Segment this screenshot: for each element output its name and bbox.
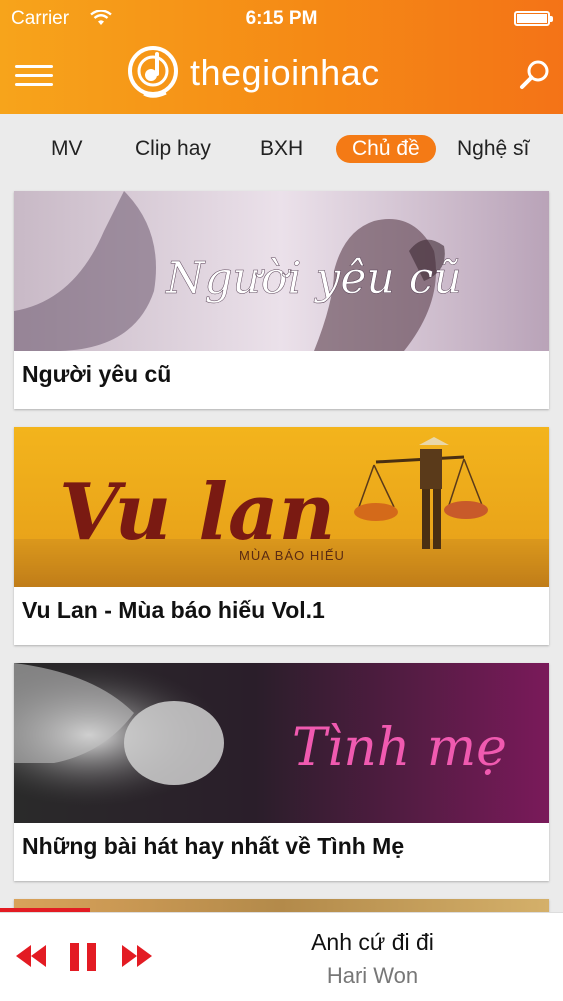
app-name: thegioinhac [190,52,380,93]
pause-icon[interactable] [68,939,98,973]
tab-bxh[interactable]: BXH [260,135,303,163]
category-tabs: MV Clip hay BXH Chủ đề Nghệ sĩ [0,114,563,180]
topic-title: Những bài hát hay nhất về Tình Mẹ [22,833,405,859]
topic-card[interactable]: Vu lan MÙA BÁO HIẾU Vu Lan - Mùa báo hiế… [14,427,549,645]
previous-icon[interactable] [14,939,48,973]
topic-title: Người yêu cũ [22,361,172,387]
topic-title: Vu Lan - Mùa báo hiếu Vol.1 [22,597,325,623]
topic-image-title: Tình mẹ [292,718,507,778]
topic-card[interactable]: Tình mẹ Những bài hát hay nhất về Tình M… [14,663,549,881]
next-icon[interactable] [120,939,154,973]
topic-thumbnail: Tình mẹ [14,663,549,823]
hamburger-icon[interactable] [15,63,53,89]
topic-thumbnail: Vu lan MÙA BÁO HIẾU [14,427,549,587]
now-playing-title: Anh cứ đi đi [311,929,434,955]
tab-chu-de[interactable]: Chủ đề [336,135,436,163]
tab-mv[interactable]: MV [51,135,83,163]
search-icon[interactable] [518,58,552,92]
topic-image-subtitle: MÙA BÁO HIẾU [239,548,345,563]
status-bar: Carrier 6:15 PM [0,0,563,38]
topic-thumbnail: Người yêu cũ [14,191,549,351]
logo-icon [128,46,178,98]
now-playing-artist: Hari Won [326,963,419,988]
topic-image-title: Người yêu cũ [165,253,462,304]
mini-player: Anh cứ đi đi Hari Won [0,912,563,1001]
app-header: Carrier 6:15 PM thegioinhac [0,0,563,114]
battery-icon [514,11,553,26]
clock: 6:15 PM [245,8,318,29]
tab-nghe-si[interactable]: Nghệ sĩ [457,135,529,163]
topic-card[interactable]: Người yêu cũ Người yêu cũ [14,191,549,409]
tab-clip-hay[interactable]: Clip hay [135,135,211,163]
topic-image-title: Vu lan [59,467,335,558]
